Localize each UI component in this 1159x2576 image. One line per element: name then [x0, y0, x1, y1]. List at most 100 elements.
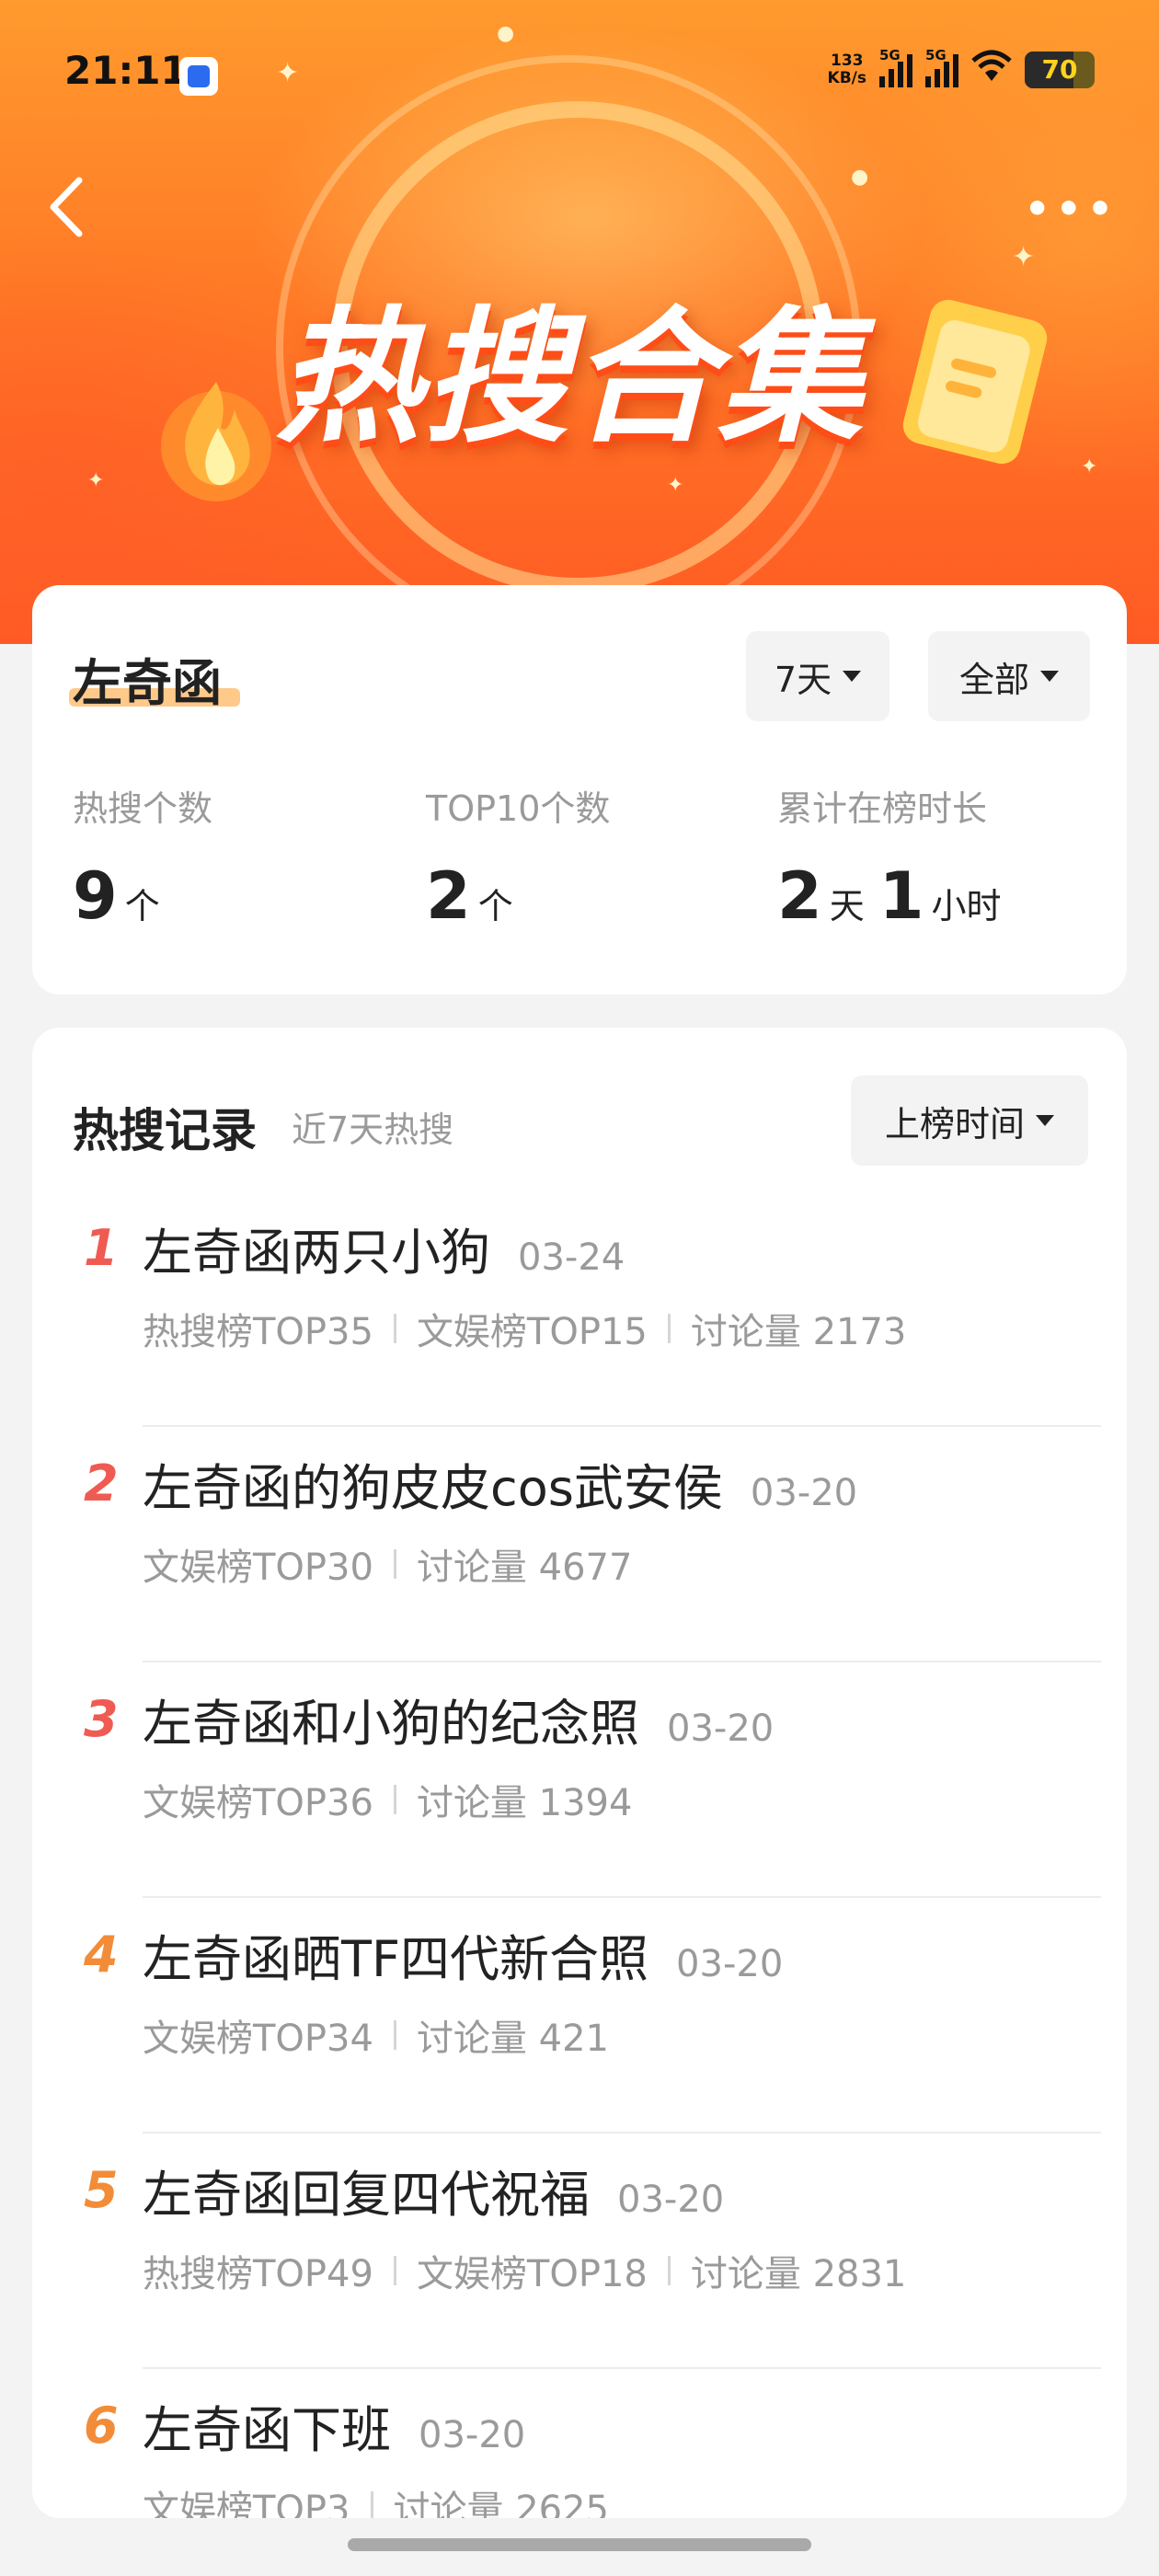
topic-title: 左奇函的狗皮皮cos武安侯: [143, 1459, 723, 1517]
sort-dropdown[interactable]: 上榜时间: [851, 1075, 1088, 1166]
meta-separator: [667, 1314, 671, 1343]
meta-separator: [393, 1314, 396, 1343]
topic-date: 03-20: [667, 1708, 775, 1750]
meta-text: 文娱榜TOP36: [143, 1782, 373, 1824]
stat-value: 9: [73, 858, 118, 934]
topic-meta: 热搜榜TOP35 文娱榜TOP15 讨论量 2173: [143, 1302, 906, 1355]
records-card: 热搜记录 近7天热搜 上榜时间 1 左奇函两只小狗 03-24 热搜榜TOP35…: [32, 1028, 1127, 2518]
list-item[interactable]: 2 左奇函的狗皮皮cos武安侯 03-20 文娱榜TOP30 讨论量 4677: [32, 1427, 1127, 1662]
back-button[interactable]: [44, 175, 90, 239]
meta-text: 讨论量 2831: [690, 2253, 907, 2295]
sparkle-icon: ✦: [1012, 241, 1036, 273]
stat-value: 2: [426, 858, 471, 934]
meta-separator: [393, 1549, 396, 1579]
stat-unit: 个: [124, 886, 160, 926]
document-folder-icon: [902, 299, 1048, 465]
category-filter-label: 全部: [958, 659, 1029, 700]
app-notification-icon: [179, 57, 218, 96]
list-item[interactable]: 1 左奇函两只小狗 03-24 热搜榜TOP35 文娱榜TOP15 讨论量 2173: [32, 1191, 1127, 1427]
stat-unit-hours: 小时: [931, 886, 1002, 926]
banner-title: 热搜合集: [276, 293, 865, 463]
topic-meta: 热搜榜TOP49 文娱榜TOP18 讨论量 2831: [143, 2244, 906, 2297]
chevron-left-icon: [50, 177, 83, 237]
list-item[interactable]: 5 左奇函回复四代祝福 03-20 热搜榜TOP49 文娱榜TOP18 讨论量 28…: [32, 2133, 1127, 2369]
network-speed-unit: KB/s: [827, 68, 866, 87]
topic-meta: 文娱榜TOP3 讨论量 2625: [143, 2479, 609, 2518]
signal-label: 5G: [879, 46, 901, 63]
rank-number: 6: [84, 2397, 119, 2455]
sparkle-icon: ✦: [667, 474, 684, 497]
topic-title: 左奇函晒TF四代新合照: [143, 1930, 649, 1988]
stat-hot-search-count: 热搜个数 9 个: [73, 780, 212, 934]
sort-label: 上榜时间: [884, 1103, 1025, 1144]
period-filter-dropdown[interactable]: 7天: [746, 631, 889, 721]
stat-label: 累计在榜时长: [777, 788, 988, 829]
sparkle-icon: ✦: [87, 469, 105, 492]
header-banner: ✦ ● ● ✦ ✦ ✦ ✦ 21:11 133 KB/s 5G 5G 70 ••…: [0, 0, 1159, 644]
more-options-button[interactable]: •••: [1025, 186, 1119, 233]
records-subtitle: 近7天热搜: [292, 1110, 454, 1150]
meta-text: 热搜榜TOP35: [143, 1311, 373, 1353]
home-indicator[interactable]: [348, 2538, 811, 2551]
stat-value-days: 2: [777, 858, 822, 934]
meta-separator: [393, 2020, 396, 2050]
stat-label: TOP10个数: [426, 788, 611, 829]
meta-separator: [667, 2256, 671, 2285]
caret-down-icon: [1040, 671, 1059, 682]
sparkle-icon: ●: [851, 166, 869, 189]
wifi-icon: [971, 50, 1012, 89]
meta-text: 文娱榜TOP30: [143, 1547, 373, 1589]
stat-unit-days: 天: [829, 886, 865, 926]
topic-title: 左奇函两只小狗: [143, 1224, 490, 1282]
meta-text: 讨论量 2173: [690, 1311, 907, 1353]
rank-number: 4: [84, 1926, 119, 1984]
network-speed: 133 KB/s: [828, 52, 866, 87]
topic-meta: 文娱榜TOP34 讨论量 421: [143, 2008, 609, 2062]
topic-meta: 文娱榜TOP36 讨论量 1394: [143, 1773, 632, 1826]
flame-icon: [161, 382, 271, 501]
stat-unit: 个: [477, 886, 513, 926]
sparkle-icon: ✦: [276, 57, 300, 89]
period-filter-label: 7天: [774, 659, 832, 700]
meta-separator: [370, 2491, 373, 2518]
status-indicators: 133 KB/s 5G 5G 70: [828, 47, 1095, 89]
meta-text: 热搜榜TOP49: [143, 2253, 373, 2295]
meta-text: 文娱榜TOP3: [143, 2489, 350, 2518]
stat-value-hours: 1: [878, 858, 924, 934]
signal-label: 5G: [925, 46, 947, 63]
topic-title: 左奇函下班: [143, 2401, 391, 2459]
stat-top10-count: TOP10个数 2 个: [426, 780, 610, 934]
records-list: 1 左奇函两只小狗 03-24 热搜榜TOP35 文娱榜TOP15 讨论量 2173…: [32, 1191, 1127, 2518]
rank-number: 5: [84, 2161, 119, 2219]
person-name: 左奇函: [73, 654, 222, 712]
battery-percent: 70: [1041, 53, 1078, 85]
status-time: 21:11: [64, 48, 188, 93]
rank-number: 2: [84, 1455, 119, 1512]
meta-text: 文娱榜TOP15: [416, 1311, 648, 1353]
meta-text: 讨论量 421: [416, 2018, 609, 2060]
summary-card: 左奇函 7天 全部 热搜个数 9 个 TOP10个数 2 个 累计在榜时长 2 …: [32, 585, 1127, 995]
cell-signal-icon: 5G: [879, 47, 912, 87]
topic-title: 左奇函回复四代祝福: [143, 2166, 590, 2224]
meta-separator: [393, 1785, 396, 1814]
rank-number: 3: [84, 1690, 119, 1748]
topic-date: 03-20: [676, 1943, 784, 1985]
meta-text: 讨论量 1394: [416, 1782, 633, 1824]
list-item[interactable]: 6 左奇函下班 03-20 文娱榜TOP3 讨论量 2625: [32, 2369, 1127, 2518]
battery-icon: 70: [1025, 51, 1095, 88]
list-item[interactable]: 4 左奇函晒TF四代新合照 03-20 文娱榜TOP34 讨论量 421: [32, 1898, 1127, 2133]
network-speed-value: 133: [831, 51, 864, 70]
topic-date: 03-20: [419, 2414, 526, 2456]
cell-signal-icon: 5G: [925, 47, 958, 87]
topic-meta: 文娱榜TOP30 讨论量 4677: [143, 1537, 632, 1591]
topic-date: 03-24: [518, 1236, 625, 1279]
caret-down-icon: [843, 671, 862, 682]
list-item[interactable]: 3 左奇函和小狗的纪念照 03-20 文娱榜TOP36 讨论量 1394: [32, 1662, 1127, 1898]
meta-text: 文娱榜TOP18: [416, 2253, 648, 2295]
meta-separator: [393, 2256, 396, 2285]
topic-date: 03-20: [617, 2179, 725, 2221]
stat-label: 热搜个数: [73, 788, 213, 829]
category-filter-dropdown[interactable]: 全部: [928, 631, 1090, 721]
meta-text: 文娱榜TOP34: [143, 2018, 373, 2060]
stat-total-duration: 累计在榜时长 2 天 1 小时: [777, 780, 1001, 934]
